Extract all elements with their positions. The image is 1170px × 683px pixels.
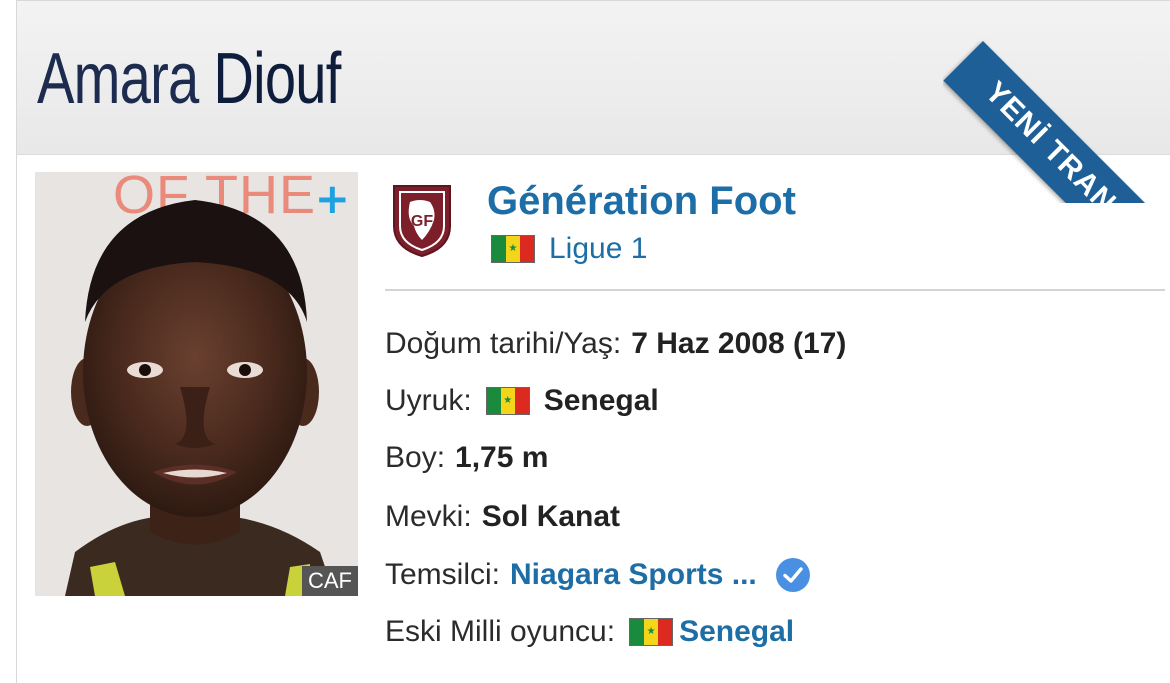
league-link[interactable]: Ligue 1 bbox=[549, 232, 647, 266]
club-logo-icon[interactable]: GF bbox=[390, 182, 454, 258]
senegal-flag-icon: ★ bbox=[629, 618, 674, 646]
player-photo[interactable]: OF THE + CAF bbox=[35, 172, 358, 596]
profile-header: Amara Diouf bbox=[17, 1, 1170, 155]
nationality-value: Senegal bbox=[543, 384, 659, 417]
info-row-height: Boy: 1,75 m bbox=[385, 433, 548, 483]
former-international-link[interactable]: Senegal bbox=[679, 615, 794, 649]
info-row-position: Mevki: Sol Kanat bbox=[385, 492, 620, 542]
club-logo-initials: GF bbox=[411, 213, 433, 230]
info-row-agent: Temsilci: Niagara Sports ... bbox=[385, 550, 811, 600]
player-portrait-image bbox=[65, 200, 335, 596]
dob-value: 7 Haz 2008 (17) bbox=[631, 327, 847, 360]
player-last-name: Diouf bbox=[213, 39, 341, 119]
info-row-nationality: Uyruk: ★ Senegal bbox=[385, 376, 659, 426]
senegal-flag-icon: ★ bbox=[485, 387, 530, 415]
league-row: ★ Ligue 1 bbox=[491, 227, 647, 271]
player-name: Amara Diouf bbox=[37, 31, 341, 127]
senegal-flag-icon: ★ bbox=[491, 235, 535, 263]
player-profile-card: Amara Diouf OF THE + CAF GF Génération F… bbox=[16, 0, 1170, 683]
position-label: Mevki: bbox=[385, 500, 472, 533]
agent-label: Temsilci: bbox=[385, 558, 501, 591]
photo-credit: CAF bbox=[302, 566, 358, 596]
position-value: Sol Kanat bbox=[481, 500, 621, 533]
player-first-name: Amara bbox=[37, 39, 199, 119]
former-international-label: Eski Milli oyuncu: bbox=[385, 615, 616, 648]
plus-icon[interactable]: + bbox=[315, 174, 350, 224]
divider bbox=[385, 289, 1165, 291]
nationality-label: Uyruk: bbox=[385, 384, 472, 417]
verified-check-icon bbox=[775, 558, 810, 592]
info-row-dob: Doğum tarihi/Yaş: 7 Haz 2008 (17) bbox=[385, 319, 846, 369]
height-label: Boy: bbox=[385, 441, 446, 474]
club-name-link[interactable]: Génération Foot bbox=[487, 173, 796, 229]
dob-label: Doğum tarihi/Yaş: bbox=[385, 327, 622, 360]
agent-link[interactable]: Niagara Sports ... bbox=[510, 558, 757, 592]
height-value: 1,75 m bbox=[455, 441, 549, 474]
info-row-former-international: Eski Milli oyuncu: ★ Senegal bbox=[385, 607, 794, 657]
